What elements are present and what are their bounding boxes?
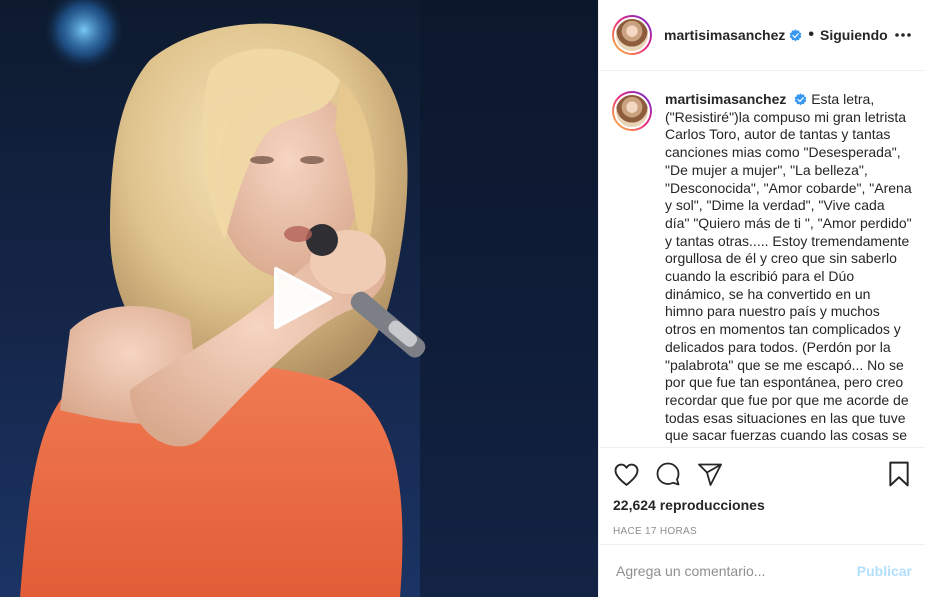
- caption-avatar[interactable]: [612, 91, 652, 131]
- verified-badge-icon: [790, 28, 802, 41]
- post-header: martisimasanchez • Siguiendo: [599, 0, 925, 71]
- play-icon: [274, 267, 332, 329]
- actions-section: 22,624 reproducciones HACE 17 HORAS: [599, 447, 925, 544]
- share-icon: [698, 463, 722, 486]
- avatar-image: [614, 93, 650, 129]
- comment-icon: [656, 462, 680, 486]
- post-timestamp[interactable]: HACE 17 HORAS: [613, 526, 912, 537]
- verified-badge-icon: [794, 93, 807, 106]
- publish-button[interactable]: Publicar: [857, 563, 912, 579]
- caption: martisimasanchez Esta letra, ("Resistiré…: [665, 91, 912, 447]
- views-count[interactable]: 22,624 reproducciones: [613, 497, 912, 513]
- more-options-icon: [895, 33, 911, 37]
- action-bar: [613, 448, 912, 500]
- caption-area[interactable]: martisimasanchez Esta letra, ("Resistiré…: [599, 71, 925, 447]
- bookmark-icon: [889, 461, 909, 487]
- following-button[interactable]: Siguiendo: [820, 27, 888, 43]
- video-player[interactable]: [0, 0, 598, 597]
- separator-dot: •: [808, 26, 815, 43]
- play-button[interactable]: [267, 263, 337, 333]
- more-options-button[interactable]: [895, 23, 911, 47]
- post-side-panel: martisimasanchez • Siguiendo martisimasa…: [598, 0, 925, 597]
- heart-icon: [614, 463, 638, 486]
- avatar-image: [614, 17, 650, 53]
- caption-username[interactable]: martisimasanchez: [665, 91, 786, 107]
- save-button[interactable]: [886, 461, 912, 487]
- avatar[interactable]: [612, 15, 652, 55]
- like-button[interactable]: [613, 461, 639, 487]
- comment-form: Publicar: [599, 544, 925, 597]
- comment-button[interactable]: [655, 461, 681, 487]
- share-button[interactable]: [697, 461, 723, 487]
- caption-text: Esta letra, ("Resistiré")la compuso mi g…: [665, 91, 916, 444]
- comment-input[interactable]: [616, 563, 857, 579]
- header-username[interactable]: martisimasanchez: [664, 27, 785, 43]
